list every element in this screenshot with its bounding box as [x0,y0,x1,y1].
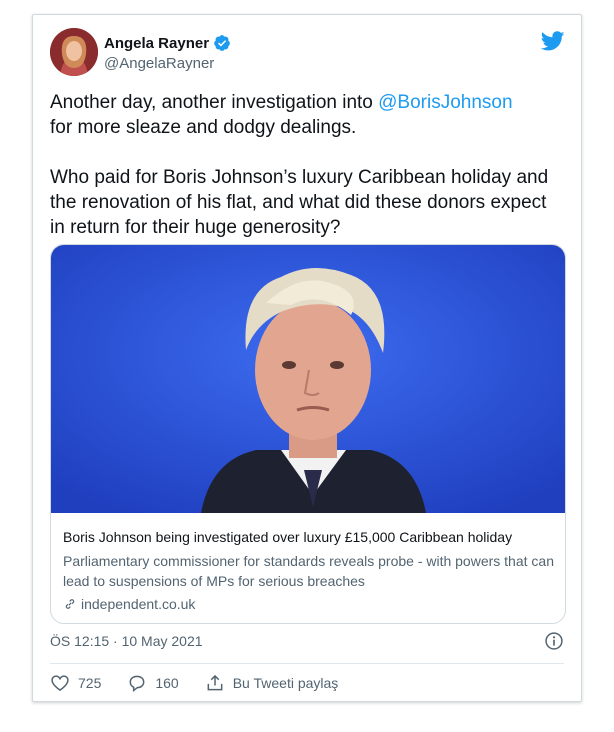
mention-link[interactable]: @BorisJohnson [378,92,512,113]
reply-count: 160 [155,675,179,691]
action-bar: 725 160 Bu Tweeti paylaş [50,673,364,693]
article-photo [51,245,565,513]
verified-badge-icon [214,35,230,51]
share-label: Bu Tweeti paylaş [232,675,339,691]
tweet-timestamp[interactable]: ÖS 12:15 · 10 May 2021 [50,633,203,649]
author-handle[interactable]: @AngelaRayner [104,55,231,72]
link-domain-row[interactable]: independent.co.uk [63,596,557,612]
link-preview-card[interactable]: Boris Johnson being investigated over lu… [50,244,566,624]
divider [50,663,564,664]
info-icon[interactable] [544,631,564,651]
like-count: 725 [78,675,102,691]
reply-bubble-icon [129,675,145,693]
author-name[interactable]: Angela Rayner [104,35,209,52]
link-icon [65,599,75,609]
tweet-text-rest: for more sleaze and dodgy dealings. Who … [50,117,549,238]
share-icon [207,674,223,691]
link-title[interactable]: Boris Johnson being investigated over lu… [63,528,557,547]
link-description: Parliamentary commissioner for standards… [63,553,554,589]
like-button[interactable]: 725 [50,673,101,693]
heart-icon [51,675,69,692]
link-domain: independent.co.uk [81,596,196,612]
avatar[interactable] [50,28,98,76]
tweet-card: Angela Rayner @AngelaRayner Another day,… [32,14,582,702]
share-button[interactable]: Bu Tweeti paylaş [205,673,339,693]
tweet-text: Another day, another investigation into … [50,90,565,240]
twitter-bird-icon[interactable] [541,29,565,53]
reply-button[interactable]: 160 [127,673,179,693]
author-block: Angela Rayner @AngelaRayner [104,34,231,72]
link-meta: Boris Johnson being investigated over lu… [63,528,557,612]
tweet-text-part: Another day, another investigation into [50,92,379,113]
